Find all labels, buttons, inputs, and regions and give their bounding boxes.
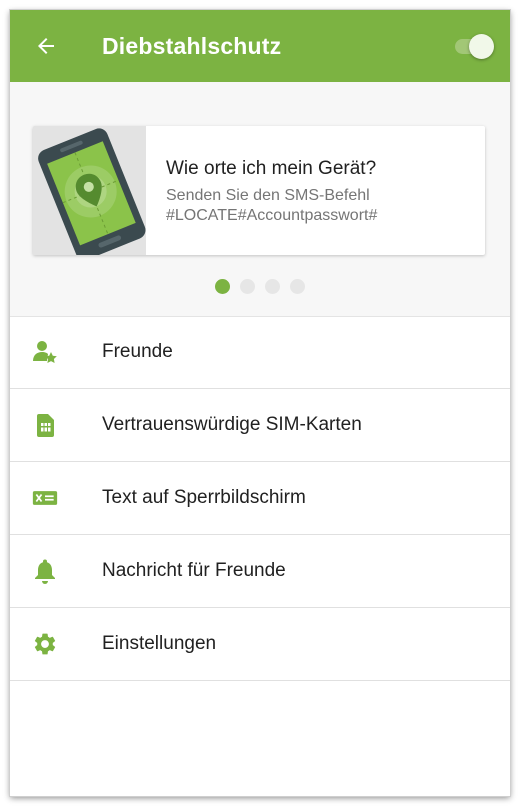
tip-text-line-1: Senden Sie den SMS-Befehl	[166, 187, 370, 204]
screen: Diebstahlschutz Wie orte ich mein Gerät?…	[10, 10, 510, 796]
menu-item-settings[interactable]: Einstellungen	[10, 608, 510, 681]
bell-icon	[32, 558, 58, 584]
app-bar: Diebstahlschutz	[10, 10, 510, 82]
toggle-thumb	[469, 34, 494, 59]
arrow-left-icon	[38, 38, 54, 54]
page-title: Diebstahlschutz	[102, 33, 282, 59]
page-dot-3[interactable]	[265, 279, 280, 294]
gear-icon	[32, 631, 58, 657]
text-card-icon	[32, 485, 58, 511]
page-dot-2[interactable]	[240, 279, 255, 294]
phone-location-icon	[33, 126, 146, 255]
menu-item-friends-message[interactable]: Nachricht für Freunde	[10, 535, 510, 608]
back-button[interactable]	[30, 32, 62, 60]
menu-item-label: Vertrauenswürdige SIM-Karten	[102, 414, 362, 435]
menu-item-lockscreen-text[interactable]: Text auf Sperrbildschirm	[10, 462, 510, 535]
tips-banner: Wie orte ich mein Gerät? Senden Sie den …	[10, 82, 510, 317]
tip-text: Senden Sie den SMS-Befehl #LOCATE#Accoun…	[166, 186, 476, 226]
sim-card-icon	[32, 412, 58, 438]
tip-card[interactable]: Wie orte ich mein Gerät? Senden Sie den …	[33, 126, 485, 255]
menu-item-label: Einstellungen	[102, 633, 217, 654]
tip-text-line-2: #LOCATE#Accountpasswort#	[166, 207, 378, 224]
protection-toggle[interactable]	[453, 34, 495, 60]
menu-item-label: Text auf Sperrbildschirm	[102, 487, 306, 508]
user-star-icon	[32, 339, 58, 365]
page-dot-4[interactable]	[290, 279, 305, 294]
menu-list: Freunde Vertrauenswürdige SIM-Karten Tex…	[10, 316, 510, 681]
tip-title: Wie orte ich mein Gerät?	[166, 158, 377, 179]
page-dot-1[interactable]	[215, 279, 230, 294]
menu-item-label: Freunde	[102, 341, 173, 362]
page-indicator	[10, 279, 510, 294]
menu-item-friends[interactable]: Freunde	[10, 316, 510, 389]
menu-item-label: Nachricht für Freunde	[102, 560, 286, 581]
menu-item-trusted-sim[interactable]: Vertrauenswürdige SIM-Karten	[10, 389, 510, 462]
